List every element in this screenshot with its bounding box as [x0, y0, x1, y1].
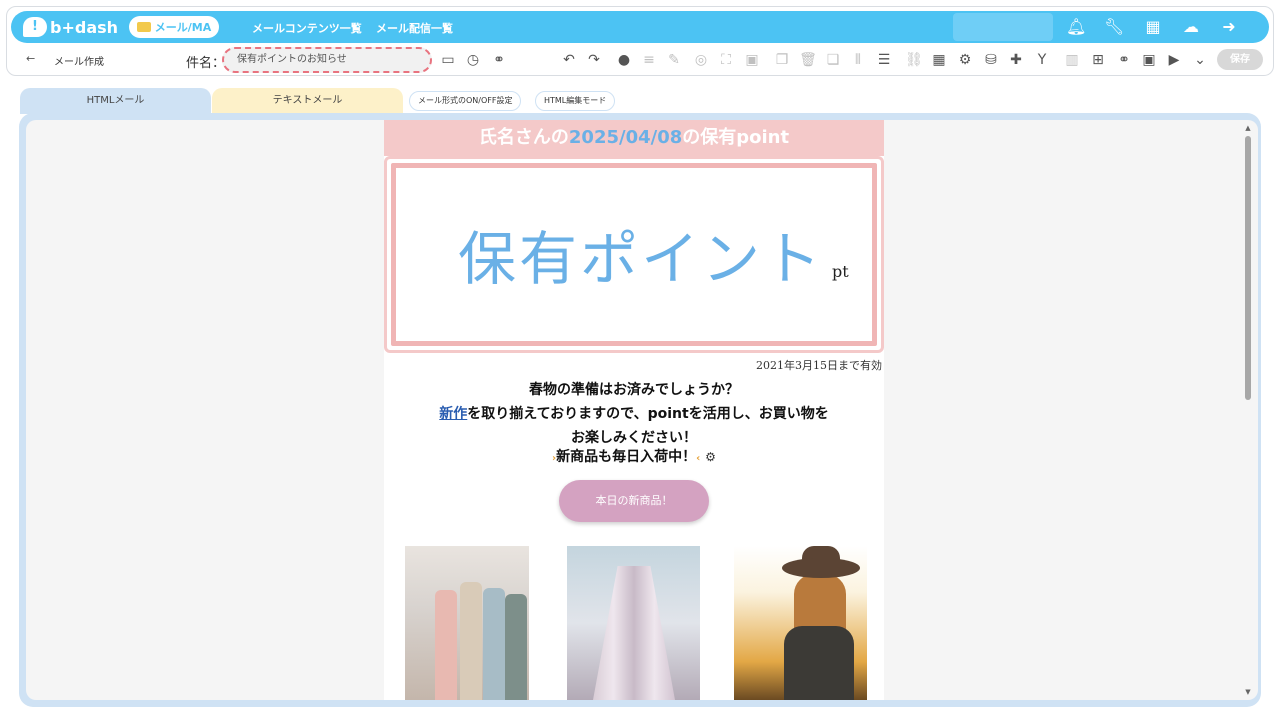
body-line-1: 春物の準備はお済みでしょうか？: [529, 382, 739, 398]
html-edit-mode-button[interactable]: HTML編集モード: [535, 91, 616, 111]
back-arrow-icon[interactable]: ←: [26, 52, 35, 65]
save-button[interactable]: 保存: [1217, 49, 1263, 70]
schedule-icon[interactable]: ◷: [464, 51, 482, 69]
counter-icon[interactable]: ▥: [1063, 51, 1081, 69]
coat-shape: [505, 594, 527, 700]
editor-toolbar: ← メール作成 件名： 保有ポイントのお知らせ ▭ ◷ ⚭ ↶ ↷ ● ≡ ✎ …: [6, 45, 1274, 75]
headline-point-part: の保有point: [682, 127, 790, 148]
new-item-text: 新商品も毎日入荷中！: [556, 449, 697, 465]
tab-html-mail[interactable]: HTMLメール: [20, 88, 211, 114]
bdash-logo[interactable]: ! b+dash: [23, 15, 118, 39]
link-view-icon[interactable]: ⚭: [1115, 51, 1133, 69]
shirt-shape: [784, 626, 854, 700]
coat-shape: [435, 590, 457, 700]
tab-text-mail[interactable]: テキストメール: [212, 88, 403, 114]
email-headline[interactable]: 氏名さんの2025/04/08の保有point: [384, 120, 884, 156]
bell-icon[interactable]: 🔔︎: [1066, 17, 1086, 37]
cta-button[interactable]: 本日の新商品！: [559, 480, 709, 522]
copy-icon[interactable]: ❐: [773, 51, 791, 69]
new-item-block[interactable]: ›新商品も毎日入荷中！‹ ⚙: [384, 446, 884, 466]
logout-icon[interactable]: ➜: [1219, 17, 1239, 37]
product-photo-coats[interactable]: [405, 546, 529, 700]
points-banner[interactable]: 保有ポイント pt: [384, 156, 884, 353]
template-icon[interactable]: ▭: [439, 51, 457, 69]
hat-brim-shape: [782, 558, 860, 578]
account-info-blurred: [953, 13, 1053, 41]
calendar-icon[interactable]: ▦: [930, 51, 948, 69]
grid-icon[interactable]: ▦: [1143, 17, 1163, 37]
page-title: メール作成: [54, 57, 104, 68]
rows-icon[interactable]: ☰: [875, 51, 893, 69]
app-header: ! b+dash メール/MA メールコンテンツ一覧 メール配信一覧 🔔︎ 🔧︎…: [11, 11, 1269, 43]
email-editor: 氏名さんの2025/04/08の保有point 保有ポイント pt 2021年3…: [26, 120, 1258, 700]
banner-unit: pt: [832, 262, 849, 281]
link-settings-icon[interactable]: ⚭: [490, 51, 508, 69]
scrollbar-thumb[interactable]: [1245, 136, 1251, 400]
columns-icon[interactable]: ⫴: [849, 51, 867, 69]
nav-mail-delivery-list[interactable]: メール配信一覧: [376, 20, 453, 36]
envelope-icon: [136, 22, 151, 32]
mail-format-toggle-button[interactable]: メール形式のON/OFF設定: [409, 91, 522, 111]
points-banner-inner: 保有ポイント pt: [391, 163, 877, 346]
subject-input[interactable]: 保有ポイントのお知らせ: [222, 47, 432, 73]
block-settings-gear-icon[interactable]: ⚙: [705, 450, 716, 464]
database-icon[interactable]: ⛁: [982, 51, 1000, 69]
headline-name-part: 氏名さんの: [478, 127, 569, 148]
subject-label: 件名：: [186, 56, 226, 71]
product-photo-hat-woman[interactable]: [734, 546, 867, 700]
trash-icon[interactable]: 🗑︎: [799, 51, 817, 69]
contact-icon[interactable]: ▣: [1140, 51, 1158, 69]
support-icon[interactable]: ☁: [1181, 17, 1201, 37]
gears-icon[interactable]: ⚙: [956, 51, 974, 69]
image-icon[interactable]: ▣: [743, 51, 761, 69]
email-body-text[interactable]: 春物の準備はお済みでしょうか？ 新作を取り揃えておりますので、pointを活用し…: [384, 378, 884, 450]
branch-icon[interactable]: Y: [1033, 51, 1051, 69]
align-icon[interactable]: ≡: [640, 51, 658, 69]
skirt-shape: [593, 566, 675, 700]
product-photo-skirt[interactable]: [567, 546, 700, 700]
play-icon[interactable]: ▶: [1165, 51, 1183, 69]
logo-bubble-icon: !: [23, 17, 47, 37]
coat-shape: [483, 588, 505, 700]
add-block-icon[interactable]: ⊞: [1089, 51, 1107, 69]
nav-mail-content-list[interactable]: メールコンテンツ一覧: [252, 20, 362, 36]
scroll-down-icon[interactable]: ▼: [1244, 688, 1252, 696]
duplicate-icon[interactable]: ❏: [824, 51, 842, 69]
scroll-up-icon[interactable]: ▲: [1244, 124, 1252, 132]
add-note-icon[interactable]: ✚: [1007, 51, 1025, 69]
target-icon[interactable]: ◎: [692, 51, 710, 69]
chevron-down-icon[interactable]: ⌄: [1191, 51, 1209, 69]
new-items-link[interactable]: 新作: [439, 406, 467, 422]
undo-icon[interactable]: ↶: [560, 51, 578, 69]
vertical-scrollbar[interactable]: ▲ ▼: [1244, 124, 1252, 696]
expand-icon[interactable]: ⛶: [717, 51, 735, 69]
block-end-marker-icon: ‹: [696, 453, 701, 464]
body-line-2: 新作を取り揃えておりますので、pointを活用し、お買い物を: [384, 402, 884, 426]
coat-shape: [460, 582, 482, 700]
redo-icon[interactable]: ↷: [585, 51, 603, 69]
hyperlink-icon[interactable]: ⛓: [905, 51, 923, 69]
banner-title: 保有ポイント: [458, 225, 825, 293]
wrench-icon[interactable]: 🔧︎: [1104, 17, 1124, 37]
pen-icon[interactable]: ✎: [665, 51, 683, 69]
valid-until-text: 2021年3月15日まで有効: [756, 359, 882, 372]
logo-text: b+dash: [50, 17, 119, 37]
palette-icon[interactable]: ●: [615, 51, 633, 69]
body-line-2-rest: を取り揃えておりますので、pointを活用し、お買い物を: [467, 406, 829, 422]
email-canvas[interactable]: 氏名さんの2025/04/08の保有point 保有ポイント pt 2021年3…: [384, 120, 884, 700]
mail-ma-button[interactable]: メール/MA: [129, 16, 219, 38]
mail-ma-label: メール/MA: [154, 21, 212, 34]
headline-date: 2025/04/08: [568, 127, 683, 148]
